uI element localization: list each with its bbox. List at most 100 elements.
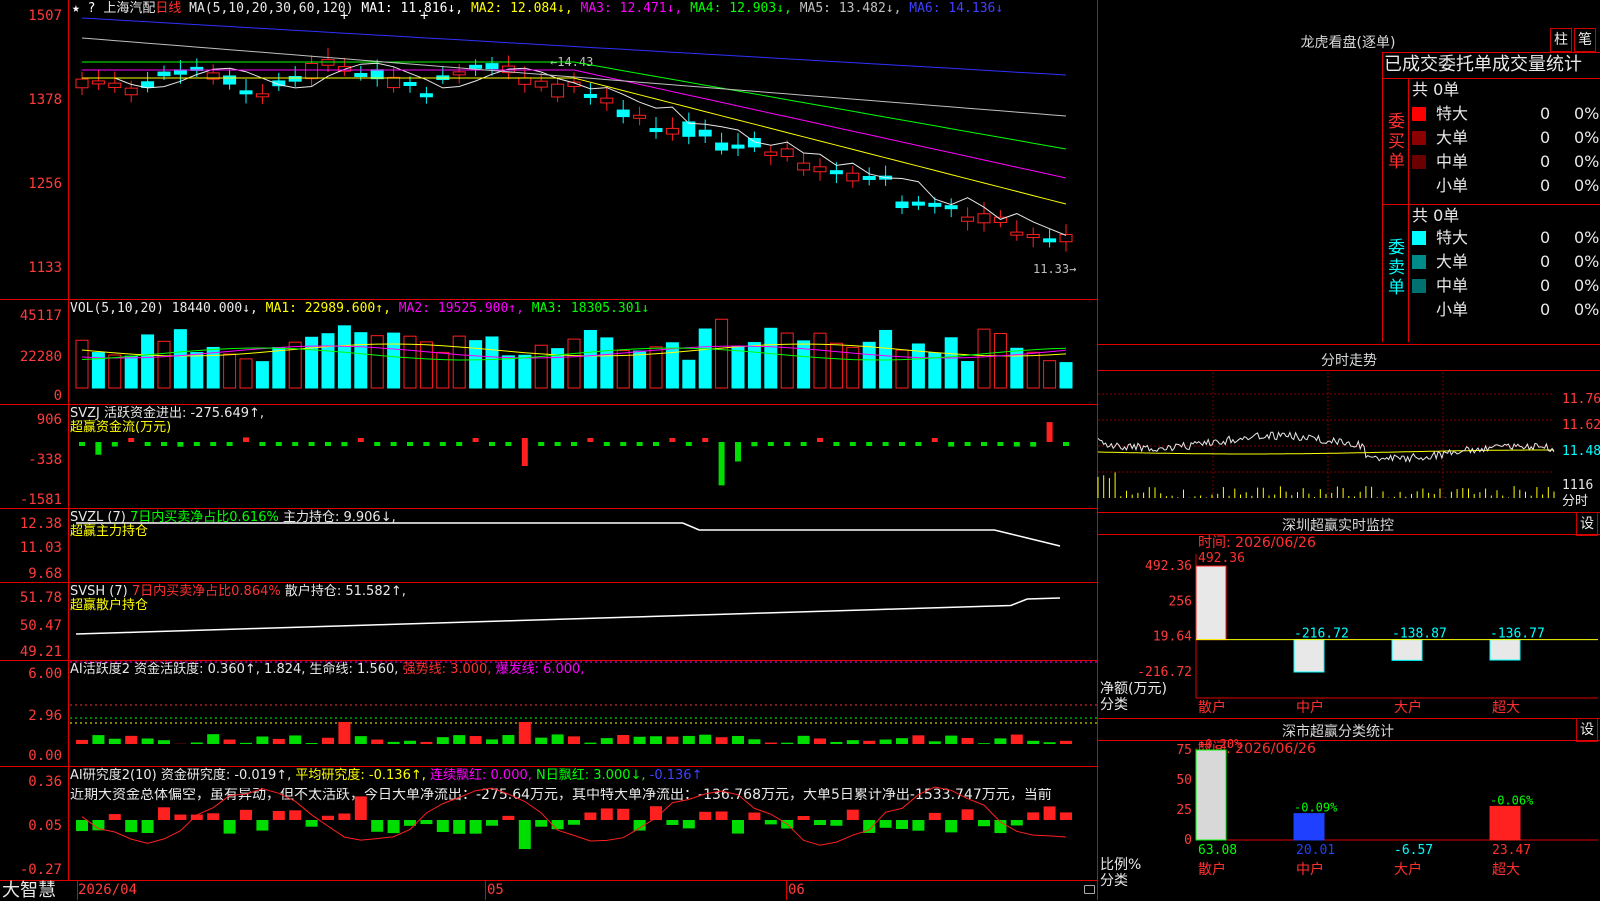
category-label: 超大 [1492,862,1520,878]
active-bar [76,740,88,744]
price-tick: 1378 [28,92,62,108]
research-bar [945,820,957,832]
order-type-label: 特大 [1436,102,1468,126]
svsh-tick: 49.21 [20,644,62,660]
order-row: 中单00% [1408,150,1598,174]
svzl-axis: 12.38 11.03 9.68 [0,508,69,582]
plus-marker: + [420,8,428,24]
volume-bar [716,319,728,388]
research-bar [962,809,974,820]
volume-bar [355,333,367,388]
volume-bar [568,339,580,388]
research-bar [666,820,678,825]
active-bar [109,739,121,744]
order-type-label: 特大 [1436,226,1468,250]
date-tick: 2026/04 [78,883,137,898]
active-bar [240,743,252,744]
active-bar [781,743,793,744]
lock-icon[interactable] [1084,885,1095,894]
price-tick: 1507 [28,8,62,24]
category-label: 散户 [1198,861,1226,878]
active-bar [1027,741,1039,744]
chart-area[interactable]: 1507 1378 1256 1133 45117 22280 0 906 -3… [0,0,1097,900]
order-percent: 0% [1574,102,1599,126]
ai-research-chart[interactable] [70,766,1097,880]
flow-bar [719,442,725,485]
svzj-tick: 906 [37,412,62,428]
candle-body [486,64,498,69]
sz-class-chart: 7550250+0.20%63.08散户-0.09%20.01中户-6.57大户… [1098,740,1600,900]
volume-bar [978,329,990,388]
candle-body [420,94,432,97]
research-bar [830,820,842,826]
sz-monitor-settings-button[interactable]: 设 [1576,512,1598,536]
flow-bar [227,442,233,446]
candle-body [962,217,974,221]
ai-research-axis: 0.36 0.05 -0.27 [0,766,69,880]
flow-bar [325,442,331,446]
volume-bar [765,328,777,388]
order-row: 中单00% [1408,274,1598,298]
class-value: 23.47 [1492,843,1531,858]
order-count: 0 [1540,250,1550,274]
axis-tick: 19.64 [1153,630,1192,645]
research-bar [502,816,514,820]
active-bar [814,738,826,744]
order-count: 0 [1540,126,1550,150]
volume-bar [584,330,596,388]
research-bar [880,820,892,828]
active-bar [306,743,318,744]
active-bar [158,740,170,744]
svsh-chart[interactable] [70,582,1097,660]
research-bar [798,816,810,820]
dragon-tabs[interactable]: 已成交委托单成交量统计 [1384,54,1598,76]
research-bar [617,809,629,820]
flow-bar [915,442,921,446]
research-bar [207,813,219,820]
active-bar [847,740,859,744]
intraday-footer: 分时 [1562,494,1588,509]
ai-research-tick: 0.36 [28,774,62,790]
candle-body [552,84,564,97]
flow-bar [653,442,659,446]
order-row: 特大00% [1408,102,1598,126]
volume-bar [863,342,875,388]
flow-bar [1047,422,1053,442]
bar-mode-button[interactable]: 柱 [1550,28,1572,52]
order-type-label: 中单 [1436,274,1468,298]
order-count: 0 [1540,226,1550,250]
svsh-axis: 51.78 50.47 49.21 [0,582,69,660]
research-bar [470,820,482,834]
research-bar [273,811,285,820]
tick-mode-button[interactable]: 笔 [1574,28,1596,52]
flow-bar [292,442,298,446]
volume-bar [256,362,268,388]
volume-bar [798,341,810,388]
order-count: 0 [1540,150,1550,174]
candlestick-chart[interactable]: ++ [70,0,1097,299]
candle-body [634,115,646,118]
intraday-chart[interactable] [1098,372,1560,510]
active-bar [371,740,383,744]
volume-bar [322,334,334,388]
flow-bar [489,442,495,446]
research-bar [929,813,941,820]
volume-chart[interactable] [70,300,1097,404]
svzj-chart[interactable] [70,404,1097,508]
svzl-tick: 9.68 [28,566,62,582]
sz-class-settings-button[interactable]: 设 [1576,718,1598,742]
active-bar [355,736,367,744]
candle-body [781,149,793,157]
candle-body [92,81,104,84]
volume-bar [388,333,400,388]
candle-body [371,70,383,79]
flow-bar [79,442,85,446]
flow-bar [391,442,397,446]
color-swatch [1412,155,1426,169]
sz-monitor-chart: 492.3625619.64-216.72492.36散户-216.72中户-1… [1098,534,1600,718]
ai-active-chart[interactable] [70,660,1097,766]
active-bar [584,743,596,744]
active-bar [256,736,268,744]
svzl-chart[interactable] [70,508,1097,582]
vol-tick: 0 [54,388,62,404]
